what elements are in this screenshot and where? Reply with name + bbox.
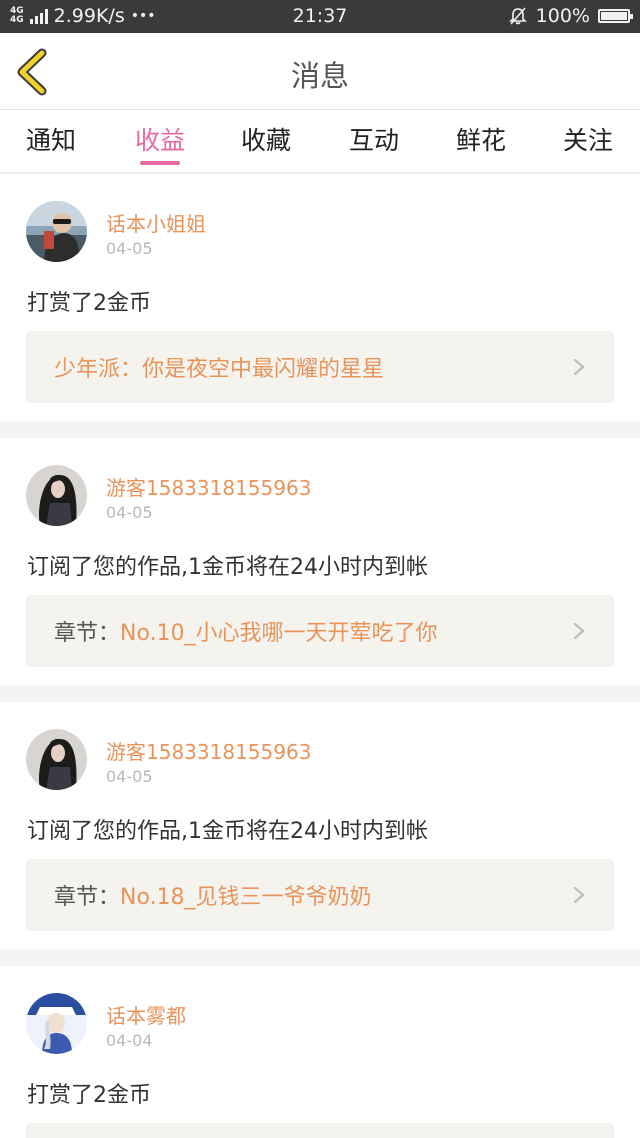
message-text: 打赏了2金币 (27, 1083, 151, 1108)
nav-bar: 消息 (0, 33, 640, 110)
message-date: 04-05 (106, 767, 153, 786)
avatar[interactable] (26, 993, 87, 1054)
username[interactable]: 话本小姐姐 (106, 208, 206, 237)
tab-earnings[interactable]: 收益 (120, 121, 200, 157)
ref-title: 少年派：你是夜空中最闪耀的星星 (54, 357, 385, 382)
ref-prefix: 章节： (54, 621, 121, 646)
referenced-chapter-link[interactable]: 章节：No.10_小心我哪一天开荤吃了你 (26, 595, 614, 667)
message-card: 话本小姐姐 04-05 打赏了2金币 少年派：你是夜空中最闪耀的星星 (0, 174, 640, 421)
battery-percent: 100% (535, 5, 590, 27)
tab-favorites[interactable]: 收藏 (226, 121, 306, 157)
status-bar: 4G 4G 2.99K/s ••• 21:37 100% (0, 0, 640, 33)
referenced-work-link[interactable] (26, 1123, 614, 1138)
message-card: 游客1583318155963 04-05 订阅了您的作品,1金币将在24小时内… (0, 702, 640, 949)
tab-bar: 通知 收益 收藏 互动 鲜花 关注 (0, 110, 640, 173)
message-date: 04-04 (106, 1031, 153, 1050)
tab-flowers[interactable]: 鲜花 (441, 121, 521, 157)
message-card: 话本雾都 04-04 打赏了2金币 (0, 966, 640, 1138)
chevron-right-icon (573, 622, 585, 640)
username[interactable]: 游客1583318155963 (106, 472, 311, 501)
chevron-right-icon (573, 886, 585, 904)
message-date: 04-05 (106, 239, 153, 258)
page-title: 消息 (290, 59, 349, 93)
message-card: 游客1583318155963 04-05 订阅了您的作品,1金币将在24小时内… (0, 438, 640, 685)
avatar[interactable] (26, 465, 87, 526)
tab-follows[interactable]: 关注 (548, 121, 628, 157)
referenced-work-link[interactable]: 少年派：你是夜空中最闪耀的星星 (26, 331, 614, 403)
message-text: 订阅了您的作品,1金币将在24小时内到帐 (27, 819, 428, 844)
username[interactable]: 游客1583318155963 (106, 736, 311, 765)
battery-icon (598, 9, 633, 23)
status-right: 100% (508, 5, 633, 27)
username[interactable]: 话本雾都 (106, 1000, 186, 1029)
message-text: 订阅了您的作品,1金币将在24小时内到帐 (27, 555, 428, 580)
avatar[interactable] (26, 729, 87, 790)
tab-interactions[interactable]: 互动 (334, 121, 414, 157)
ref-title: No.10_小心我哪一天开荤吃了你 (120, 621, 438, 646)
mute-bell-icon (508, 7, 527, 25)
ref-prefix: 章节： (54, 885, 121, 910)
referenced-chapter-link[interactable]: 章节：No.18_见钱三一爷爷奶奶 (26, 859, 614, 931)
tab-notifications[interactable]: 通知 (11, 121, 91, 157)
ref-title: No.18_见钱三一爷爷奶奶 (120, 885, 372, 910)
chevron-right-icon (573, 358, 585, 376)
active-tab-indicator (140, 161, 180, 165)
message-date: 04-05 (106, 503, 153, 522)
avatar[interactable] (26, 201, 87, 262)
message-text: 打赏了2金币 (27, 291, 151, 316)
